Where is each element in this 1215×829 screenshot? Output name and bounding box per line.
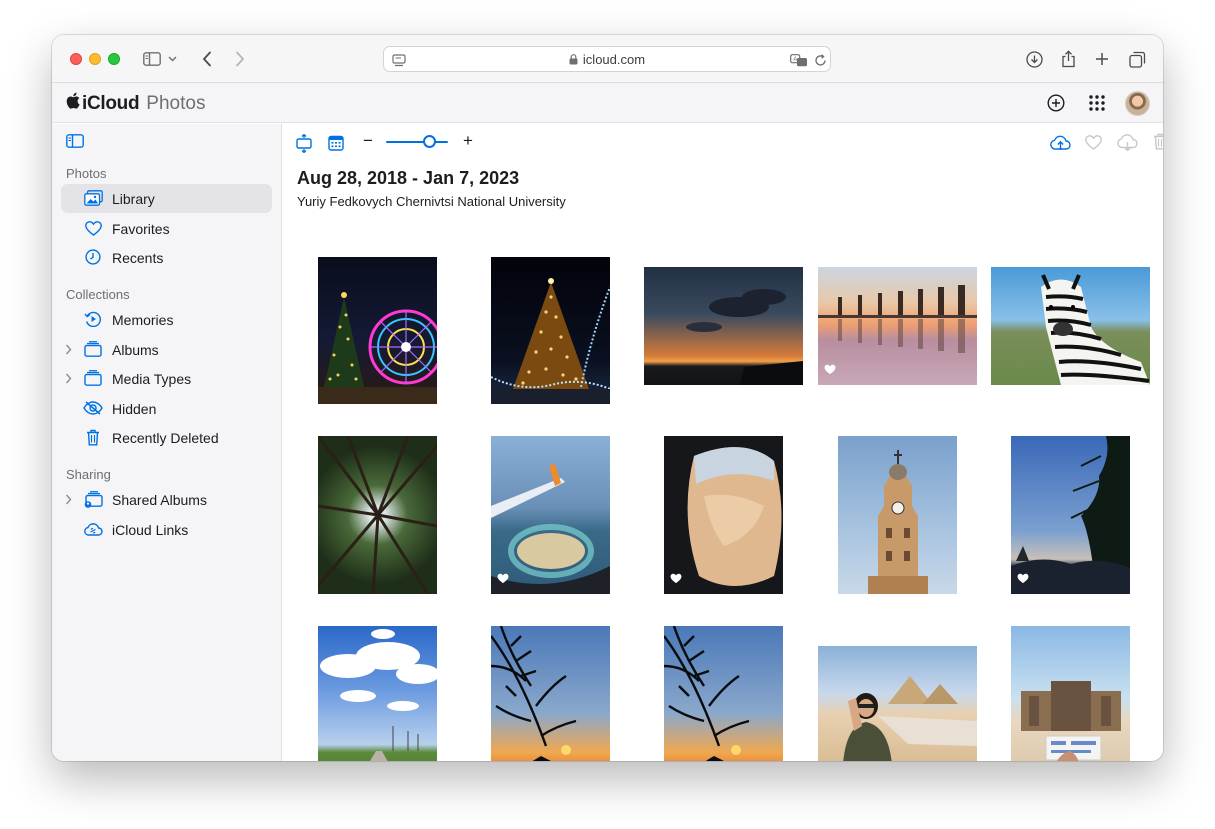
zoom-slider-handle[interactable] [422, 135, 436, 148]
favorite-badge-icon [824, 362, 836, 380]
upload-icon[interactable] [1049, 132, 1071, 152]
photo-thumbnail[interactable] [644, 267, 803, 385]
photo-thumbnail[interactable] [664, 436, 783, 594]
photo-thumbnail[interactable] [838, 436, 957, 594]
location-subtitle: Yuriy Fedkovych Chernivtsi National Univ… [297, 194, 566, 209]
download-icon[interactable] [1116, 132, 1138, 152]
photo-thumbnail[interactable] [491, 257, 610, 404]
chevron-down-icon[interactable] [164, 47, 180, 71]
aspect-toggle-icon[interactable] [295, 133, 313, 153]
section-title-photos: Photos [66, 166, 107, 181]
heart-icon [83, 219, 103, 237]
sidebar-item-label: Library [112, 191, 155, 207]
brand[interactable]: iCloud Photos [66, 92, 205, 115]
app-grid-icon[interactable] [1085, 91, 1109, 115]
url-text: icloud.com [582, 52, 646, 67]
zoom-window-button[interactable] [108, 53, 120, 65]
url-display: icloud.com [384, 52, 830, 68]
photo-thumbnail[interactable] [318, 257, 437, 404]
shared-albums-icon [83, 490, 103, 508]
favorite-badge-icon [497, 571, 509, 589]
photo-thumbnail[interactable] [818, 646, 977, 761]
zoom-out-button[interactable]: − [361, 130, 375, 152]
delete-icon[interactable] [1152, 132, 1163, 151]
sidebar-toggle-icon[interactable] [66, 134, 84, 153]
share-icon[interactable] [1056, 47, 1080, 71]
sidebar-item-recently-deleted[interactable]: Recently Deleted [61, 423, 272, 452]
memories-icon [83, 310, 103, 328]
add-icon[interactable] [1044, 91, 1068, 115]
sidebar-item-label: Recently Deleted [112, 430, 219, 446]
photo-thumbnail[interactable] [991, 267, 1150, 385]
chevron-right-icon[interactable] [65, 342, 72, 360]
section-title-sharing: Sharing [66, 467, 111, 482]
reload-icon[interactable] [808, 48, 832, 72]
sidebar-item-label: Shared Albums [112, 492, 207, 508]
photo-thumbnail[interactable] [491, 436, 610, 594]
sidebar-item-label: Albums [112, 342, 159, 358]
zoom-slider-track[interactable] [386, 141, 448, 143]
trash-icon [83, 428, 103, 446]
address-bar[interactable]: icloud.com A [383, 46, 831, 72]
clock-icon [83, 248, 103, 266]
zoom-in-button[interactable]: + [461, 130, 475, 152]
sidebar-item-recents[interactable]: Recents [61, 243, 272, 272]
favorite-badge-icon [670, 571, 682, 589]
close-window-button[interactable] [70, 53, 82, 65]
new-tab-icon[interactable] [1090, 47, 1114, 71]
avatar[interactable] [1125, 91, 1150, 116]
sidebar-item-label: Favorites [112, 221, 170, 237]
date-range-title: Aug 28, 2018 - Jan 7, 2023 [297, 168, 520, 188]
albums-icon [83, 340, 103, 358]
photo-thumbnail[interactable] [1011, 436, 1130, 594]
calendar-icon[interactable] [327, 134, 345, 152]
app-header: iCloud Photos [52, 83, 1163, 123]
brand-app-name: Photos [146, 92, 206, 114]
media-types-icon [83, 369, 103, 387]
favorite-badge-icon [1017, 571, 1029, 589]
lock-icon [569, 53, 578, 68]
eye-slash-icon [83, 399, 103, 417]
sidebar-item-memories[interactable]: Memories [61, 305, 272, 334]
section-title-collections: Collections [66, 287, 130, 302]
sidebar-item-label: iCloud Links [112, 522, 189, 538]
sidebar-item-shared-albums[interactable]: Shared Albums [61, 485, 272, 514]
apple-logo-icon [66, 92, 80, 115]
photo-library: − + Aug 28, 2018 - Jan 7, 2023 Yuriy Fed… [283, 124, 1163, 761]
sidebar: Photos Library Favorites Recents Collect… [52, 124, 282, 761]
download-icon[interactable] [1022, 47, 1046, 71]
icloud-link-icon [83, 520, 103, 538]
sidebar-item-label: Recents [112, 250, 164, 266]
browser-window: icloud.com A iCloud Photos Photos Librar… [52, 35, 1163, 761]
sidebar-item-hidden[interactable]: Hidden [61, 394, 272, 423]
sidebar-item-label: Hidden [112, 401, 157, 417]
brand-icloud: iCloud [82, 92, 140, 114]
chevron-right-icon[interactable] [65, 492, 72, 510]
minimize-window-button[interactable] [89, 53, 101, 65]
sidebar-item-label: Media Types [112, 371, 192, 387]
browser-toolbar: icloud.com A [52, 35, 1163, 83]
back-icon[interactable] [195, 47, 219, 71]
photo-thumbnail[interactable] [1011, 626, 1130, 761]
sidebar-item-icloud-links[interactable]: iCloud Links [61, 515, 272, 544]
photo-thumbnail[interactable] [318, 626, 437, 761]
svg-text:A: A [793, 57, 797, 63]
library-icon [83, 189, 103, 207]
chevron-right-icon[interactable] [65, 371, 72, 389]
photo-thumbnail[interactable] [664, 626, 783, 761]
forward-icon[interactable] [228, 47, 252, 71]
sidebar-item-library[interactable]: Library [61, 184, 272, 213]
tabs-overview-icon[interactable] [1125, 47, 1149, 71]
favorite-icon[interactable] [1084, 133, 1102, 151]
sidebar-item-albums[interactable]: Albums [61, 335, 272, 364]
sidebar-icon[interactable] [140, 47, 164, 71]
photo-thumbnail[interactable] [318, 436, 437, 594]
photo-thumbnail[interactable] [818, 267, 977, 385]
sidebar-item-favorites[interactable]: Favorites [61, 214, 272, 243]
photo-thumbnail[interactable] [491, 626, 610, 761]
sidebar-item-media-types[interactable]: Media Types [61, 364, 272, 393]
sidebar-item-label: Memories [112, 312, 174, 328]
